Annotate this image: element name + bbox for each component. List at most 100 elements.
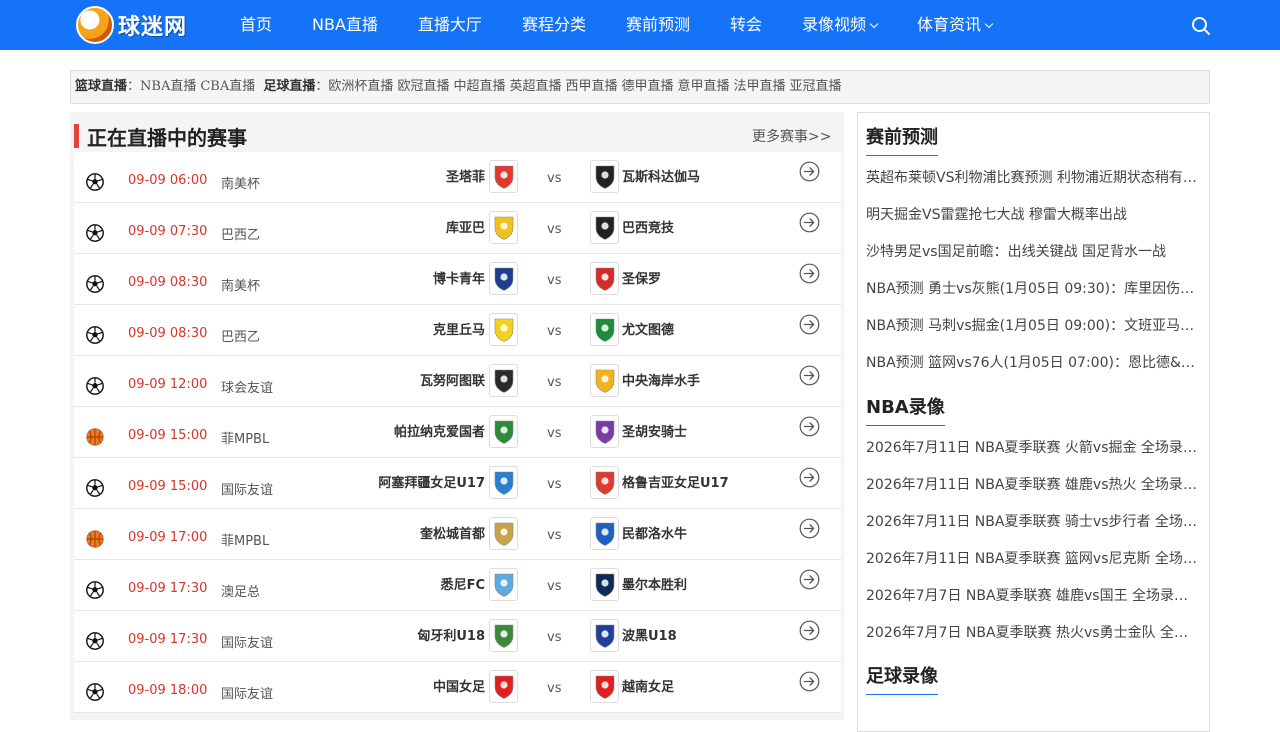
site-logo[interactable]: 球迷网 <box>76 5 187 45</box>
away-team-name[interactable]: 墨尔本胜利 <box>622 574 687 593</box>
soccer-ball-icon <box>86 683 104 701</box>
arrow-right-circle-icon[interactable] <box>799 569 820 590</box>
team-crest-icon <box>595 624 614 648</box>
sidebar-article-link[interactable]: 2026年7月11日 NBA夏季联赛 骑士vs步行者 全场录像回放 <box>866 504 1202 541</box>
match-row[interactable]: 09-09 17:30 澳足总 悉尼FC vs 墨尔本胜利 <box>74 560 841 611</box>
sidebar-section-2: 足球录像 <box>866 662 1202 699</box>
arrow-right-circle-icon[interactable] <box>799 518 820 539</box>
match-time: 09-09 17:00 <box>128 530 208 545</box>
match-row[interactable]: 09-09 15:00 菲MPBL 帕拉纳克爱国者 vs 圣胡安骑士 <box>74 407 841 458</box>
match-row[interactable]: 09-09 08:30 巴西乙 克里丘马 vs 尤文图德 <box>74 305 841 356</box>
home-team-name[interactable]: 克里丘马 <box>433 319 485 338</box>
match-row[interactable]: 09-09 07:30 巴西乙 库亚巴 vs 巴西竞技 <box>74 203 841 254</box>
away-team-name[interactable]: 中央海岸水手 <box>622 370 700 389</box>
match-row[interactable]: 09-09 12:00 球会友谊 瓦努阿图联 vs 中央海岸水手 <box>74 356 841 407</box>
sidebar-article-link[interactable]: NBA预测 勇士vs灰熊(1月05日 09:30)：库里因伤缺阵 <box>866 271 1202 308</box>
football-link-0[interactable]: 欧洲杯直播 <box>328 79 393 94</box>
sidebar-article-link[interactable]: NBA预测 马刺vs掘金(1月05日 09:00)：文班亚马再战约基奇 <box>866 308 1202 345</box>
home-team-name[interactable]: 匈牙利U18 <box>417 625 485 644</box>
away-team-name[interactable]: 圣保罗 <box>622 268 661 287</box>
basketball-link-1[interactable]: CBA直播 <box>200 79 255 94</box>
match-row[interactable]: 09-09 18:00 国际友谊 中国女足 vs 越南女足 <box>74 662 841 713</box>
sidebar-article-link[interactable]: NBA预测 篮网vs76人(1月05日 07:00)：恩比德&托拜厄斯 <box>866 345 1202 382</box>
nav-item-3[interactable]: 赛程分类 <box>502 0 606 50</box>
chevron-down-icon <box>984 19 994 29</box>
nav-item-label: 转会 <box>729 15 762 34</box>
arrow-right-circle-icon[interactable] <box>799 161 820 182</box>
sidebar-article-link[interactable]: 2026年7月7日 NBA夏季联赛 热火vs勇士金队 全场录像回放 <box>866 615 1202 652</box>
away-team-name[interactable]: 格鲁吉亚女足U17 <box>622 472 729 491</box>
away-team-name[interactable]: 瓦斯科达伽马 <box>622 166 700 185</box>
sidebar-article-link[interactable]: 英超布莱顿VS利物浦比赛预测 利物浦近期状态稍有下滑 <box>866 160 1202 197</box>
sidebar-article-link[interactable]: 2026年7月11日 NBA夏季联赛 火箭vs掘金 全场录像回放 <box>866 430 1202 467</box>
sidebar-article-link[interactable]: 2026年7月11日 NBA夏季联赛 篮网vs尼克斯 全场录像回放 <box>866 541 1202 578</box>
home-team-logo <box>489 670 518 703</box>
away-team-name[interactable]: 巴西竞技 <box>622 217 674 236</box>
home-team-name[interactable]: 中国女足 <box>433 676 485 695</box>
home-team-name[interactable]: 帕拉纳克爱国者 <box>394 421 485 440</box>
home-team-name[interactable]: 圣塔菲 <box>446 166 485 185</box>
match-time: 09-09 08:30 <box>128 326 208 341</box>
nav-item-7[interactable]: 体育资讯 <box>897 0 1012 50</box>
arrow-right-circle-icon[interactable] <box>799 314 820 335</box>
away-team-name[interactable]: 波黑U18 <box>622 625 677 644</box>
away-team-name[interactable]: 越南女足 <box>622 676 674 695</box>
nav-item-4[interactable]: 赛前预测 <box>606 0 710 50</box>
match-row[interactable]: 09-09 15:00 国际友谊 阿塞拜疆女足U17 vs 格鲁吉亚女足U17 <box>74 458 841 509</box>
away-team-logo <box>590 262 619 295</box>
chevron-down-icon <box>869 19 879 29</box>
arrow-right-circle-icon[interactable] <box>799 671 820 692</box>
arrow-right-circle-icon[interactable] <box>799 620 820 641</box>
arrow-right-circle-icon[interactable] <box>799 467 820 488</box>
football-link-7[interactable]: 法甲直播 <box>734 79 786 94</box>
arrow-right-circle-icon[interactable] <box>799 416 820 437</box>
nav-item-2[interactable]: 直播大厅 <box>398 0 502 50</box>
football-link-5[interactable]: 德甲直播 <box>622 79 674 94</box>
away-team-name[interactable]: 民都洛水牛 <box>622 523 687 542</box>
nav-item-0[interactable]: 首页 <box>220 0 292 50</box>
match-row[interactable]: 09-09 08:30 南美杯 博卡青年 vs 圣保罗 <box>74 254 841 305</box>
team-crest-icon <box>595 420 614 444</box>
more-matches-link[interactable]: 更多赛事>> <box>752 126 831 146</box>
sidebar-article-link[interactable]: 明天掘金VS雷霆抢七大战 穆雷大概率出战 <box>866 197 1202 234</box>
match-row[interactable]: 09-09 17:00 菲MPBL 奎松城首都 vs 民都洛水牛 <box>74 509 841 560</box>
match-time: 09-09 07:30 <box>128 224 208 239</box>
home-team-name[interactable]: 库亚巴 <box>446 217 485 236</box>
soccer-ball-icon <box>86 173 104 191</box>
home-team-name[interactable]: 阿塞拜疆女足U17 <box>378 472 485 491</box>
home-team-name[interactable]: 奎松城首都 <box>420 523 485 542</box>
sidebar-list: 2026年7月11日 NBA夏季联赛 火箭vs掘金 全场录像回放 2026年7月1… <box>866 430 1202 652</box>
football-link-8[interactable]: 亚冠直播 <box>790 79 842 94</box>
arrow-right-circle-icon[interactable] <box>799 212 820 233</box>
sidebar-article-link[interactable]: 2026年7月11日 NBA夏季联赛 雄鹿vs热火 全场录像回放 <box>866 467 1202 504</box>
nav-item-5[interactable]: 转会 <box>710 0 782 50</box>
home-team-name[interactable]: 悉尼FC <box>441 574 485 593</box>
sidebar-article-link[interactable]: 沙特男足vs国足前瞻：出线关键战 国足背水一战 <box>866 234 1202 271</box>
football-link-2[interactable]: 中超直播 <box>453 79 505 94</box>
away-team-name[interactable]: 尤文图德 <box>622 319 674 338</box>
match-row[interactable]: 09-09 17:30 国际友谊 匈牙利U18 vs 波黑U18 <box>74 611 841 662</box>
away-team-name[interactable]: 圣胡安骑士 <box>622 421 687 440</box>
football-link-4[interactable]: 西甲直播 <box>565 79 617 94</box>
arrow-right-circle-icon[interactable] <box>799 263 820 284</box>
nav-item-label: NBA直播 <box>312 15 378 34</box>
match-league: 菲MPBL <box>221 432 270 447</box>
match-row[interactable]: 09-09 06:00 南美杯 圣塔菲 vs 瓦斯科达伽马 <box>74 152 841 203</box>
team-crest-icon <box>494 267 513 291</box>
football-link-1[interactable]: 欧冠直播 <box>397 79 449 94</box>
team-crest-icon <box>595 471 614 495</box>
team-crest-icon <box>494 216 513 240</box>
football-link-3[interactable]: 英超直播 <box>509 79 561 94</box>
section-accent-bar <box>74 124 79 148</box>
sidebar-article-link[interactable]: 2026年7月7日 NBA夏季联赛 雄鹿vs国王 全场录像回放 <box>866 578 1202 615</box>
home-team-name[interactable]: 瓦努阿图联 <box>420 370 485 389</box>
home-team-name[interactable]: 博卡青年 <box>433 268 485 287</box>
football-link-6[interactable]: 意甲直播 <box>678 79 730 94</box>
team-crest-icon <box>494 573 513 597</box>
search-icon[interactable] <box>1190 15 1212 37</box>
arrow-right-circle-icon[interactable] <box>799 365 820 386</box>
nav-item-6[interactable]: 录像视频 <box>782 0 897 50</box>
nav-item-1[interactable]: NBA直播 <box>292 0 398 50</box>
basketball-link-0[interactable]: NBA直播 <box>140 79 196 94</box>
vs-label: vs <box>547 222 562 237</box>
